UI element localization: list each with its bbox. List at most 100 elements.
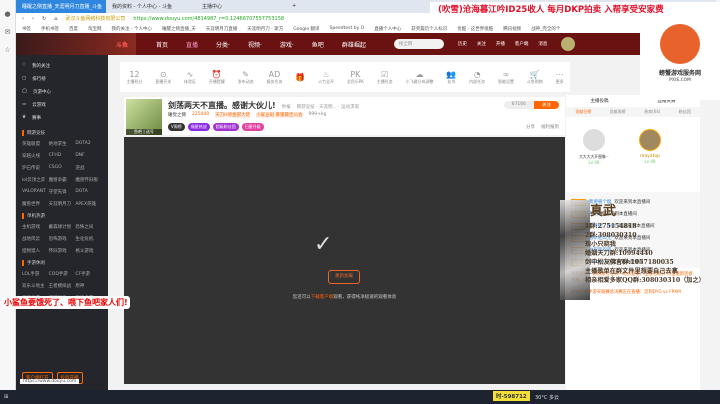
toolbar-item[interactable]: 12 主播积分 xyxy=(126,70,142,85)
game-link[interactable]: 戴森球计划 xyxy=(49,224,76,230)
toolbar-item[interactable]: PK 全民乐PK xyxy=(347,70,364,85)
bookmark[interactable]: 百度 xyxy=(69,26,78,32)
game-link[interactable]: VALORANT xyxy=(22,189,49,195)
windows-start-icon[interactable]: ⊞ xyxy=(4,394,8,400)
messages-button[interactable]: 消息 xyxy=(538,41,547,47)
toolbar-item[interactable]: 🛒 斗鱼购物 xyxy=(527,70,543,85)
nav-live[interactable]: 直播 xyxy=(186,40,198,49)
bookmark[interactable]: 直播个人中心 xyxy=(374,26,401,32)
tab-fans[interactable]: 粉丝团 xyxy=(679,109,691,115)
game-link[interactable]: 格斗游戏 xyxy=(75,248,102,254)
guild-tag[interactable]: 小鲨豆斑 寨蜜最佳公会 xyxy=(256,112,303,118)
game-link[interactable]: DOTA2 xyxy=(75,141,102,147)
nav-events[interactable]: ♛ 赛事 xyxy=(22,111,102,124)
game-link[interactable]: CFHD xyxy=(49,153,76,159)
bookmark[interactable]: 睡醒之侧直播_天 xyxy=(162,26,196,32)
badge[interactable]: 扫星升级 xyxy=(241,123,264,131)
follow-button[interactable]: 关注 xyxy=(534,101,559,109)
top-user[interactable]: mayatop Lv 49 xyxy=(628,129,672,186)
share-button[interactable]: 分享 xyxy=(526,124,535,130)
home-icon[interactable]: ⌂ xyxy=(54,16,57,22)
toolbar-item[interactable]: 👥 友邻 xyxy=(446,70,456,85)
tab-daily-rank[interactable]: 贡献日榜 xyxy=(575,109,591,115)
tab-vip[interactable]: 贵宾(64) xyxy=(644,109,660,115)
bookmark[interactable]: 获奖履历个人标识 xyxy=(411,26,447,32)
nav-games[interactable]: 游戏· xyxy=(280,40,294,49)
bookmark[interactable]: 天涯明月刀直播 xyxy=(206,26,238,32)
game-link[interactable]: lol云顶之弈 xyxy=(22,177,49,183)
game-link[interactable]: COD手游 xyxy=(49,271,76,277)
toolbar-item[interactable]: ☑ 主播任务 xyxy=(377,70,393,85)
bookmark[interactable]: 战神_完全的个 xyxy=(531,26,560,32)
game-link[interactable]: 双乐斗地主 xyxy=(22,283,49,289)
user-avatar[interactable] xyxy=(561,37,576,51)
streamer-avatar[interactable]: 鱼吧 | 送号 xyxy=(126,99,162,135)
toolbar-item[interactable]: ⋯ 更多 xyxy=(556,70,564,85)
game-link[interactable]: 逆战 xyxy=(75,165,102,171)
nav-home[interactable]: 首页 xyxy=(156,40,168,49)
bookmark[interactable]: 淘宝网 xyxy=(88,26,102,32)
bookmark[interactable]: 天涯明月刀 - 斯方 xyxy=(247,26,283,32)
game-link[interactable]: CF手游 xyxy=(75,271,102,277)
nav-following[interactable]: ♡ 我的关注 xyxy=(22,59,102,72)
video-player[interactable]: ✓ 重新加载 您还可以下载客户端观看，获得纯净极速的观看体验 xyxy=(124,137,565,384)
game-link[interactable]: 守望先锋 xyxy=(49,189,76,195)
toolbar-item[interactable]: ∞ 智能设置 xyxy=(498,70,514,85)
game-link[interactable]: 绝地求生 xyxy=(49,141,76,147)
douyu-logo[interactable]: 斗鱼 xyxy=(16,33,136,55)
nav-fishbar[interactable]: 鱼吧 xyxy=(312,40,324,49)
tab-profile[interactable]: 我的资料 - 个人中心 - 斗鱼 xyxy=(106,0,196,13)
streamer-contribute-link[interactable]: 主播投稿 xyxy=(591,98,609,104)
badge[interactable]: 超级粉丝团 xyxy=(212,123,239,131)
toolbar-item[interactable]: ◔ 内部任务 xyxy=(469,70,485,85)
toolbar-item[interactable]: ∿ 体验区 xyxy=(184,70,196,85)
tab-douyu-stream[interactable]: 睡醒之侧直播_天涯明月刀直播_斗鱼 xyxy=(16,0,106,13)
game-link[interactable]: 原神 xyxy=(75,283,102,289)
client-button[interactable]: 客户端 xyxy=(515,41,529,47)
game-link[interactable]: 王者模拟战 xyxy=(49,283,76,289)
category-path[interactable]: 网游竞技 · 天涯明... · 运动求瑕 xyxy=(297,104,359,110)
reload-icon[interactable]: ↻ xyxy=(42,16,46,22)
new-tab-button[interactable]: + xyxy=(286,0,376,13)
mail-icon[interactable]: ✉ xyxy=(0,28,15,36)
top-user[interactable]: 大大大大开图像~ Lv 49 xyxy=(572,129,616,186)
tab-streamer-center[interactable]: 主播中心 xyxy=(196,0,286,13)
game-link[interactable]: 恐怖游戏 xyxy=(49,236,76,242)
nav-webgames[interactable]: ◯ 页游中心 xyxy=(22,85,102,98)
toolbar-item[interactable]: ☁ 小飞碟分成调整 xyxy=(406,70,434,85)
badge[interactable]: 福星热战 xyxy=(187,123,210,131)
game-link[interactable]: 恐怖之间 xyxy=(75,224,102,230)
tab-weekly-rank[interactable]: 贡献周榜 xyxy=(610,109,626,115)
bookmark[interactable]: Speedtest by O xyxy=(330,26,365,31)
report-link[interactable]: 举报 xyxy=(282,104,291,110)
nav-cloud-games[interactable]: ▭ 云游戏 xyxy=(22,98,102,111)
toolbar-item[interactable]: ⏰ 开播提醒 xyxy=(209,70,225,85)
game-link[interactable]: 炉石传说 xyxy=(22,165,49,171)
badge[interactable]: V周榜 xyxy=(168,123,185,131)
game-link[interactable]: 魔兽怀旧服 xyxy=(75,177,102,183)
game-link[interactable]: DOTA xyxy=(75,189,102,195)
game-link[interactable]: DNF xyxy=(75,153,102,159)
bookmark[interactable]: 优酷 - 这世界很酷 xyxy=(457,26,493,32)
nav-ranking[interactable]: ▢ 排行榜 xyxy=(22,72,102,85)
game-link[interactable]: APEX英雄 xyxy=(75,201,102,207)
streamer-name[interactable]: 睡觉之侧 xyxy=(168,112,186,118)
tag[interactable]: 天刀H修金部大佬 xyxy=(215,112,251,118)
game-link[interactable]: 魔兽争霸 xyxy=(49,177,76,183)
nav-video[interactable]: 视频· xyxy=(248,40,262,49)
bookmark[interactable]: 书签 xyxy=(22,26,31,32)
url-input[interactable]: https://www.douyu.com/4814987_r=0.124667… xyxy=(133,16,284,22)
search-input[interactable]: 搜全网 xyxy=(393,39,444,49)
game-link[interactable]: CSGO xyxy=(49,165,76,171)
download-client-link[interactable]: 下载客户端 xyxy=(311,295,334,300)
back-icon[interactable]: ‹ xyxy=(22,16,24,22)
game-link[interactable]: 怪物猎人 xyxy=(22,248,49,254)
star-icon[interactable]: ☆ xyxy=(0,46,15,54)
game-link[interactable]: 主机游戏 xyxy=(22,224,49,230)
bookmark[interactable]: Google 翻译 xyxy=(293,26,319,32)
toolbar-item[interactable]: AD 服务任务 xyxy=(266,70,282,85)
game-link[interactable]: 生化危机 xyxy=(75,236,102,242)
bookmark[interactable]: 腾讯视频 xyxy=(503,26,521,32)
bookmark[interactable]: 我的关注 - 个人中心 xyxy=(112,26,152,32)
forward-icon[interactable]: › xyxy=(32,16,34,22)
